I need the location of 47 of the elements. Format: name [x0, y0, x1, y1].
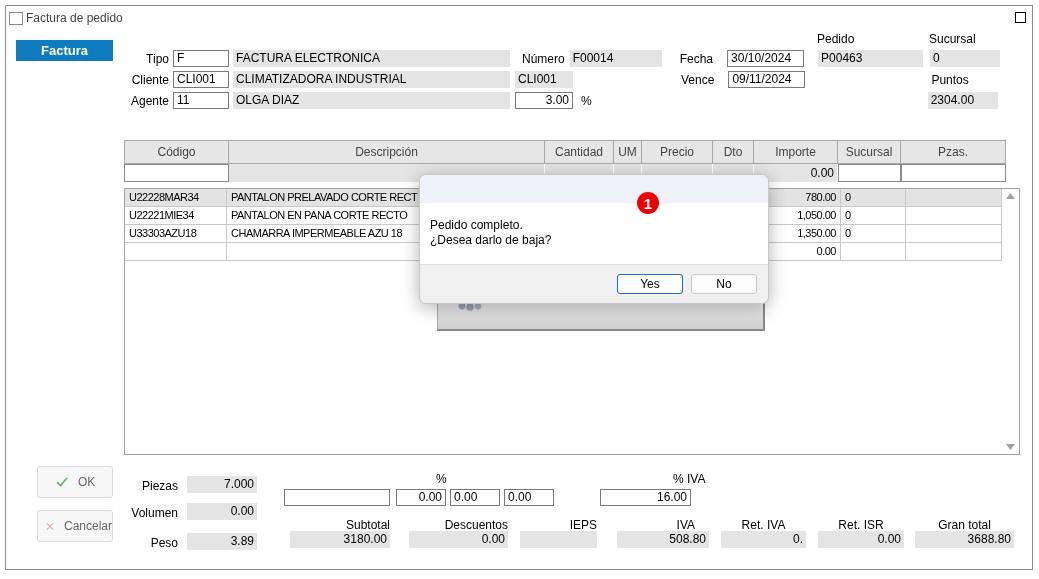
field-label: Gran total	[938, 518, 991, 531]
readonly-field: P00463	[818, 50, 924, 67]
field-label: Sucursal	[929, 31, 977, 46]
field-label: Pedido	[817, 31, 856, 46]
field-label: Descuentos	[444, 518, 508, 531]
readonly-field: OLGA DIAZ	[233, 92, 510, 109]
readonly-field: 0.00	[409, 531, 508, 548]
field-label: Ret. IVA	[741, 518, 786, 531]
field-label: Ret. ISR	[838, 518, 884, 531]
field-label: Vence	[681, 72, 715, 87]
field-label: Cliente	[130, 72, 169, 87]
field-label: Tipo	[145, 51, 169, 66]
field-label: Agente	[129, 93, 169, 108]
readonly-field: 7.000	[187, 476, 257, 493]
field-label: IEPS	[569, 518, 597, 531]
table-cell: U22221MIE34	[125, 207, 227, 224]
readonly-field: 3688.80	[915, 531, 1014, 548]
entry-cell: 0.00	[754, 164, 838, 182]
readonly-field: F00014	[569, 50, 662, 67]
field-label: % IVA	[673, 472, 707, 488]
readonly-field: FACTURA ELECTRONICA	[233, 50, 510, 67]
readonly-field: CLIMATIZADORA INDUSTRIAL	[233, 71, 510, 88]
readonly-field: 0	[930, 50, 1001, 67]
table-cell: 0	[841, 207, 906, 224]
readonly-field: 0.	[721, 531, 806, 548]
field-label: Peso	[149, 536, 179, 550]
readonly-field: 3.89	[187, 533, 257, 550]
field-label: %	[436, 472, 448, 488]
readonly-field: 3180.00	[290, 531, 390, 548]
field-label: Piezas	[140, 479, 179, 493]
table-cell: 0	[841, 225, 906, 242]
readonly-field: 0.00	[818, 531, 904, 548]
field-label: IVA	[676, 518, 695, 531]
readonly-field: CLI001	[515, 71, 573, 88]
readonly-field: 508.80	[617, 531, 709, 548]
table-cell: 0	[841, 189, 906, 206]
table-cell: U22228MAR34	[125, 189, 227, 206]
window-title: Factura de pedido	[26, 11, 123, 25]
table-cell: U33303AZU18	[125, 225, 227, 242]
field-label: Puntos	[931, 72, 969, 87]
field-label: Subtotal	[345, 518, 390, 531]
field-label: %	[581, 93, 592, 108]
field-label: Número	[522, 51, 565, 66]
field-label: Volumen	[130, 506, 179, 520]
field-label: Fecha	[679, 51, 714, 66]
readonly-field: 0.00	[187, 503, 257, 520]
readonly-field: 2304.00	[927, 92, 998, 109]
